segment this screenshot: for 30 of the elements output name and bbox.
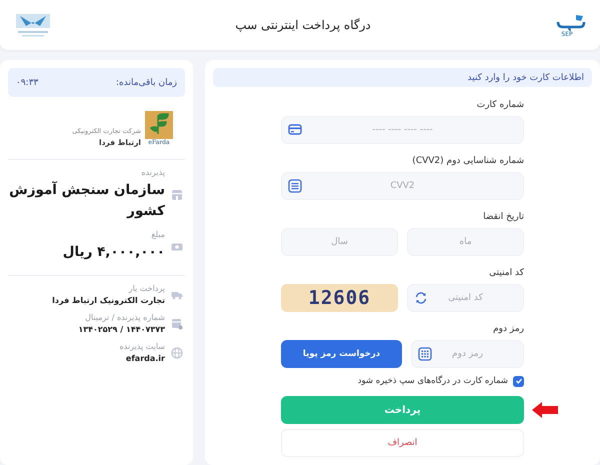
month-field[interactable]: ماه [407, 228, 524, 256]
field-label: تاریخ انقضا [482, 212, 524, 223]
field-label: شماره شناسایی دوم (CVV2) [411, 156, 524, 167]
timer-value: ۰۹:۳۳ [16, 78, 38, 88]
detail-label: مبلغ [150, 230, 165, 239]
detail-value: ۴,۰۰۰,۰۰۰ ریال [62, 243, 165, 262]
card-number-field[interactable]: ---- ---- ---- ---- [281, 116, 524, 144]
field-label: شماره کارت [476, 100, 524, 111]
detail-value: ۱۴۴۰۷۳۷۳ / ۱۳۴۰۲۵۲۹ [78, 325, 165, 334]
year-field[interactable]: سال [281, 228, 398, 256]
field-label: رمز دوم [492, 324, 524, 335]
second-password-field[interactable]: رمز دوم [411, 340, 524, 368]
detail-label: پذیرنده [140, 168, 165, 177]
cvv2-field[interactable]: CVV2 [281, 172, 524, 200]
save-card-label: شماره کارت در درگاه‌های سپ ذخیره شود [358, 376, 508, 386]
detail-label: پرداخت یار [127, 284, 165, 293]
timer-label: زمان باقی‌مانده: [116, 78, 177, 88]
detail-value: تجارت الکترونیک ارتباط فردا [52, 296, 165, 305]
pay-button[interactable]: پرداخت [281, 396, 524, 424]
detail-value: efarda.ir [124, 354, 165, 363]
captcha-field[interactable]: کد امنیتی [407, 284, 524, 312]
page-title: درگاه پرداخت اینترنتی سپ [235, 18, 371, 32]
request-otp-button[interactable]: درخواست رمز پویا [281, 340, 402, 368]
cancel-button[interactable]: انصراف [281, 429, 524, 457]
field-label: کد امنیتی [488, 268, 524, 279]
notice-text: اطلاعات کارت خود را وارد کنید [468, 72, 584, 82]
detail-label: شماره پذیرنده / ترمینال [84, 313, 165, 322]
detail-value: سازمان سنجش آموزش کشور [8, 180, 165, 221]
captcha-code: 12606 [308, 287, 371, 309]
detail-label: سایت پذیرنده [120, 342, 165, 351]
